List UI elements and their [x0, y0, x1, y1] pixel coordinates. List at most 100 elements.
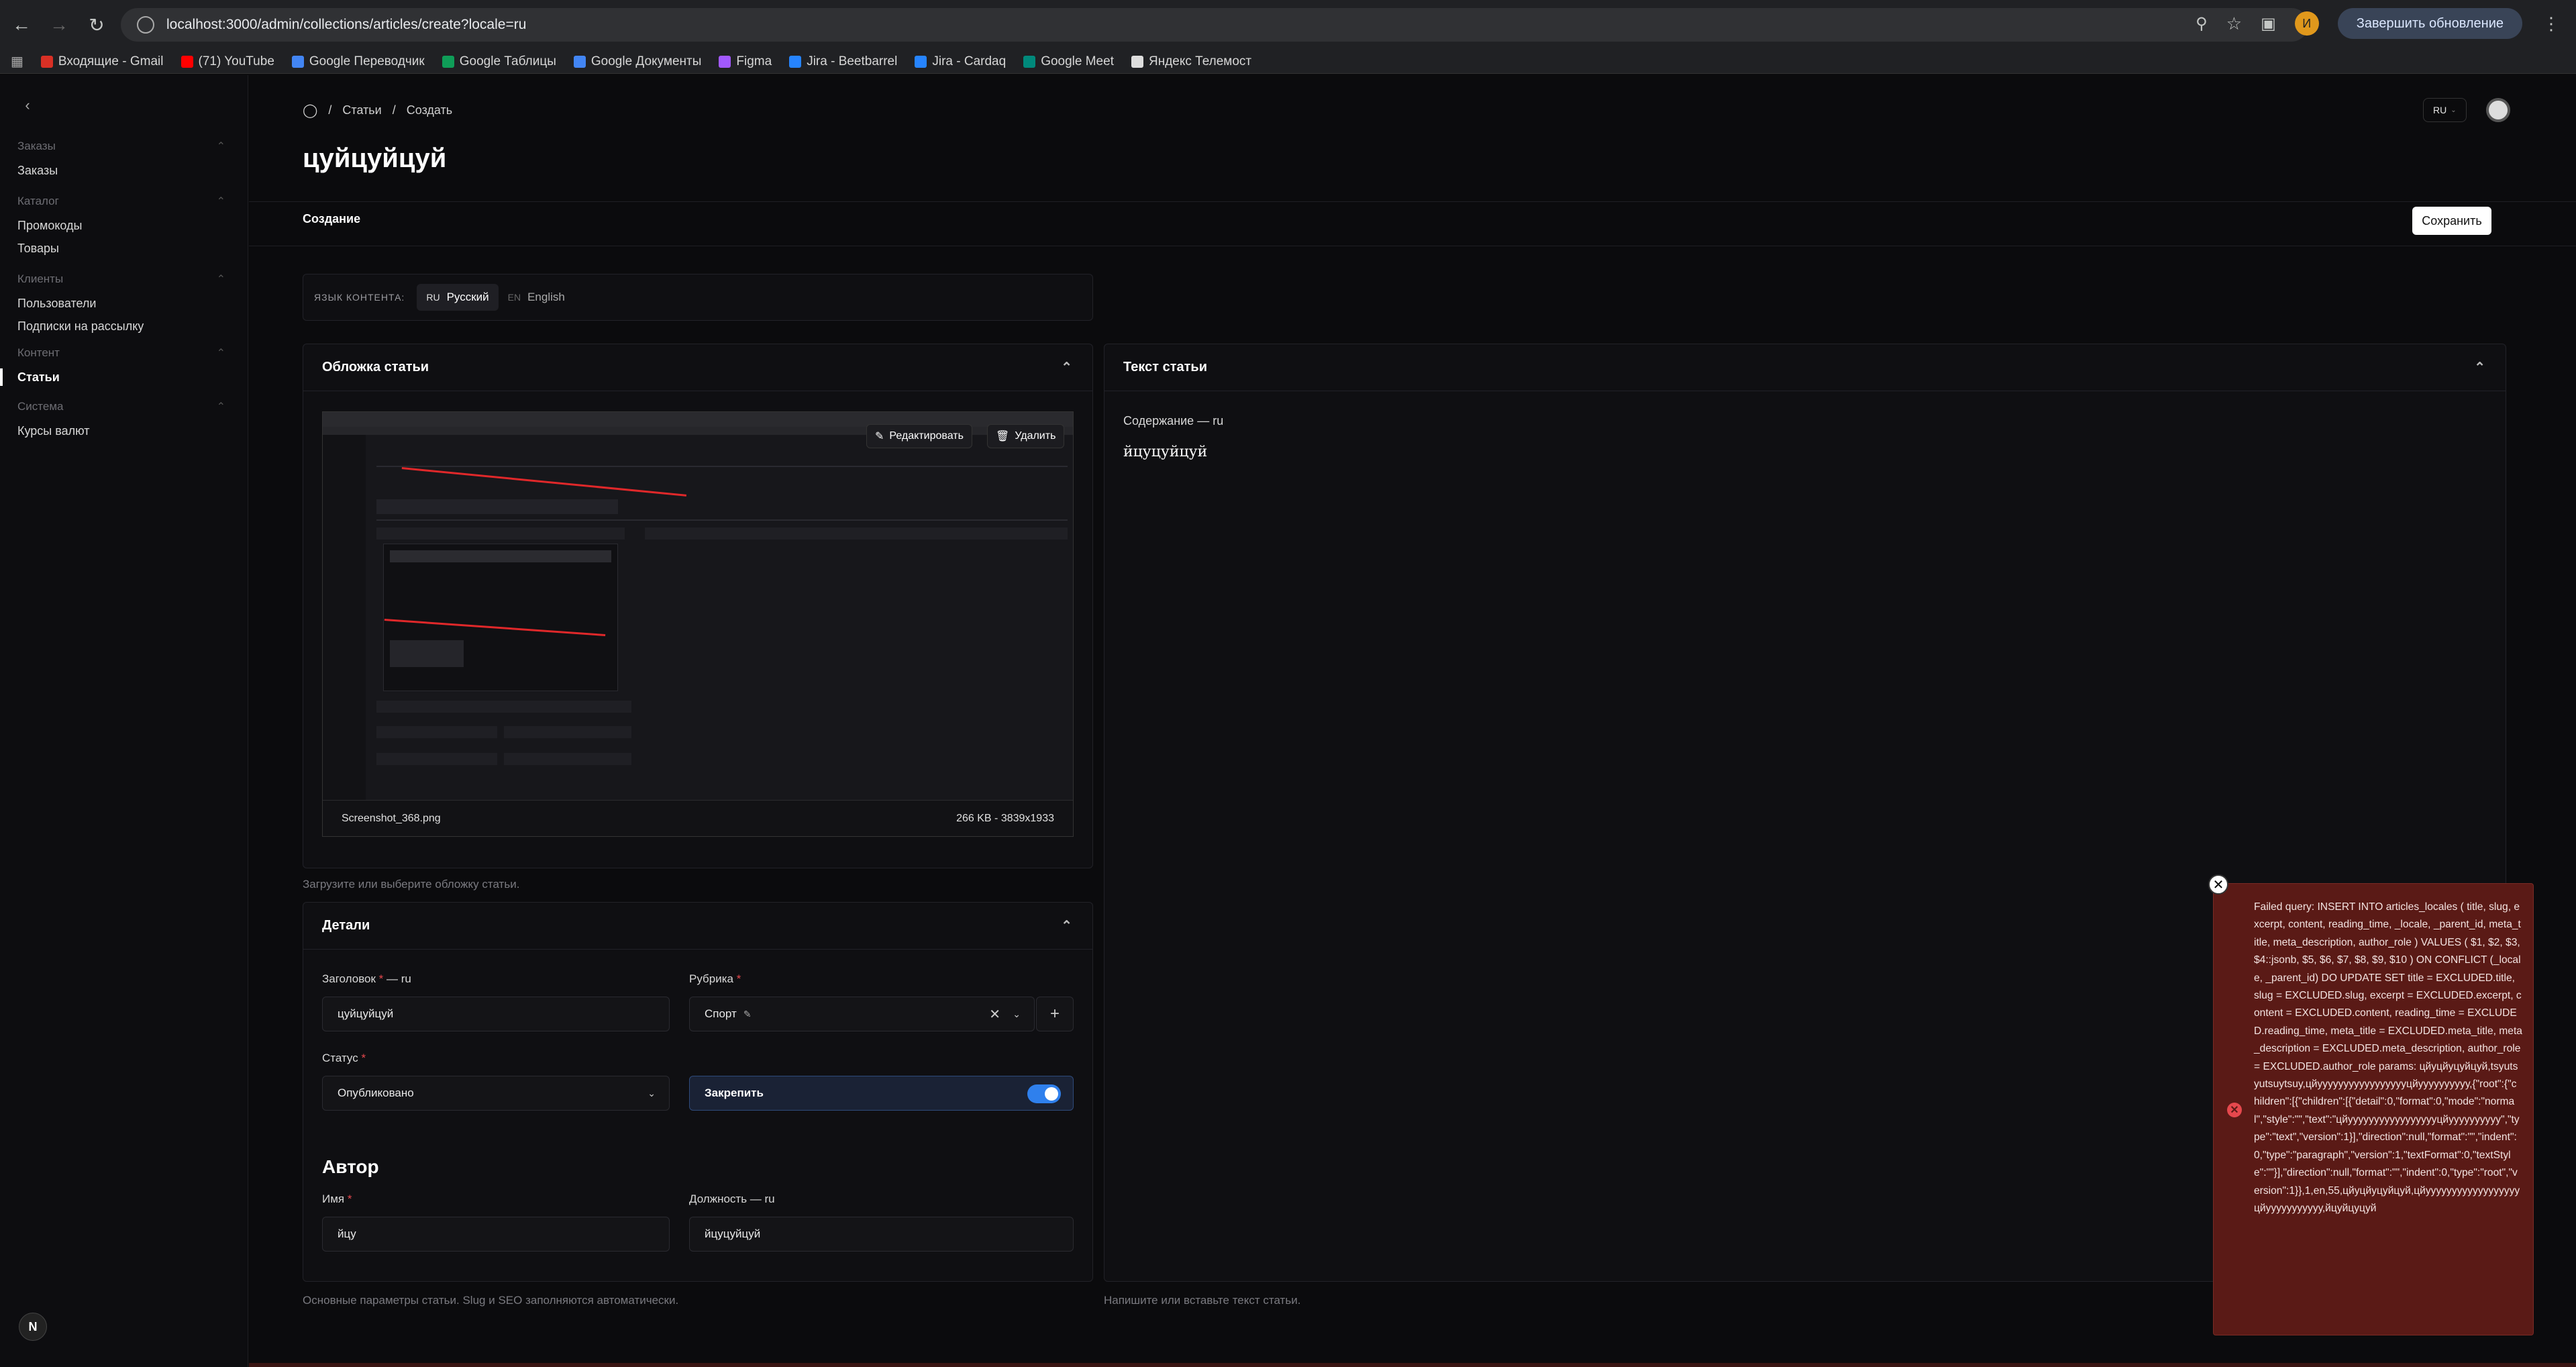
- user-avatar[interactable]: [2486, 98, 2510, 122]
- chevron-up-icon: ⌃: [216, 274, 225, 285]
- bookmark-favicon-icon: [719, 55, 731, 68]
- forward-arrow-icon[interactable]: →: [43, 9, 75, 41]
- language-label: ЯЗЫК КОНТЕНТА:: [314, 292, 405, 303]
- edit-icon[interactable]: ✎: [743, 1009, 752, 1020]
- language-option-en[interactable]: EN English: [499, 284, 574, 311]
- pin-toggle-field[interactable]: Закрепить: [689, 1076, 1074, 1111]
- menu-dots-icon[interactable]: ⋮: [2542, 13, 2560, 34]
- sidebar-item[interactable]: Пользователи: [17, 297, 96, 311]
- chevron-up-icon[interactable]: ⌃: [1061, 917, 1072, 934]
- sidebar-item[interactable]: Курсы валют: [17, 424, 89, 438]
- app-logo: N: [19, 1313, 47, 1341]
- text-hint: Напишите или вставьте текст статьи.: [1104, 1294, 1301, 1307]
- bookmark-label: Google Таблицы: [459, 54, 556, 68]
- bookmark-label: (71) YouTube: [198, 54, 274, 68]
- bookmark-item[interactable]: Google Таблицы: [442, 54, 556, 69]
- rubric-value: Спорт: [705, 1007, 737, 1020]
- status-select[interactable]: Опубликовано ⌄: [322, 1076, 670, 1111]
- trash-icon: 🗑: [996, 431, 1010, 442]
- bookmark-item[interactable]: Jira - Cardaq: [915, 54, 1006, 69]
- pencil-icon: ✎: [875, 431, 884, 442]
- sidebar-group-label[interactable]: Контент ⌃: [17, 346, 225, 360]
- author-name-input[interactable]: йцу: [322, 1217, 670, 1252]
- collapse-sidebar-icon[interactable]: ‹: [17, 95, 38, 115]
- delete-cover-button[interactable]: 🗑 Удалить: [987, 424, 1065, 448]
- cover-header[interactable]: Обложка статьи ⌃: [303, 344, 1092, 391]
- extensions-icon[interactable]: ▣: [2261, 14, 2276, 34]
- bookmark-item[interactable]: Google Документы: [573, 54, 702, 69]
- profile-avatar[interactable]: И: [2294, 11, 2319, 36]
- rubric-select[interactable]: Спорт ✎ ✕ ⌄: [689, 997, 1035, 1031]
- bookmark-favicon-icon: [915, 55, 927, 68]
- sidebar-group-label[interactable]: Заказы ⌃: [17, 140, 225, 153]
- error-icon: ✕: [2227, 1103, 2242, 1117]
- chevron-up-icon: ⌃: [216, 348, 225, 359]
- cover-hint: Загрузите или выберите обложку статьи.: [303, 878, 520, 891]
- bookmark-favicon-icon: [1023, 55, 1036, 68]
- details-title: Детали: [322, 918, 370, 933]
- position-label: Должность — ru: [689, 1193, 775, 1205]
- reload-icon[interactable]: ↻: [81, 9, 113, 41]
- chevron-up-icon: ⌃: [216, 141, 225, 152]
- apps-grid-icon[interactable]: ▦: [11, 53, 23, 70]
- locale-code: RU: [2433, 105, 2447, 115]
- zoom-icon[interactable]: ⚲: [2196, 14, 2208, 34]
- breadcrumb-articles[interactable]: Статьи: [342, 103, 381, 117]
- bookmark-item[interactable]: Google Meet: [1023, 54, 1114, 69]
- bookmark-item[interactable]: Google Переводчик: [291, 54, 425, 69]
- author-position-input[interactable]: йцуцуйцуй: [689, 1217, 1074, 1252]
- chevron-up-icon[interactable]: ⌃: [2474, 359, 2485, 376]
- home-logo-icon[interactable]: ◯: [303, 102, 317, 119]
- sidebar-group-label[interactable]: Система ⌃: [17, 400, 225, 413]
- content-label: Содержание — ru: [1123, 414, 1224, 427]
- error-toast: ✕ ✕ Failed query: INSERT INTO articles_l…: [2208, 874, 2534, 1335]
- bookmark-item[interactable]: Jira - Beetbarrel: [789, 54, 897, 69]
- close-icon[interactable]: ✕: [2208, 874, 2228, 895]
- text-header[interactable]: Текст статьи ⌃: [1104, 344, 2506, 391]
- sidebar-group-label[interactable]: Клиенты ⌃: [17, 272, 225, 286]
- sidebar-item[interactable]: Заказы: [17, 164, 58, 178]
- content-editor[interactable]: йцуцуйцуй: [1123, 444, 1207, 460]
- sidebar-item[interactable]: Товары: [17, 242, 59, 256]
- update-button[interactable]: Завершить обновление: [2337, 8, 2522, 39]
- clear-icon[interactable]: ✕: [989, 1006, 1000, 1023]
- save-button[interactable]: Сохранить: [2412, 207, 2491, 235]
- address-bar[interactable]: localhost:3000/admin/collections/article…: [121, 8, 2308, 42]
- edit-cover-button[interactable]: ✎ Редактировать: [866, 424, 972, 448]
- details-header[interactable]: Детали ⌃: [303, 903, 1092, 950]
- chevron-up-icon[interactable]: ⌃: [1061, 359, 1072, 376]
- sidebar-group-label[interactable]: Каталог ⌃: [17, 195, 225, 208]
- bookmark-label: Google Переводчик: [309, 54, 425, 68]
- bookmark-item[interactable]: Яндекс Телемост: [1131, 54, 1251, 69]
- site-info-icon[interactable]: [137, 16, 154, 34]
- bookmark-label: Figma: [736, 54, 772, 68]
- bookmark-item[interactable]: Figma: [719, 54, 772, 69]
- back-arrow-icon[interactable]: ←: [5, 9, 38, 41]
- bookmarks-bar: ▦ Входящие - Gmail (71) YouTube Google Пер…: [0, 50, 2576, 74]
- bookmark-favicon-icon: [789, 55, 802, 68]
- rubric-label: Рубрика *: [689, 972, 741, 985]
- bookmark-label: Jira - Cardaq: [932, 54, 1007, 68]
- bookmark-label: Яндекс Телемост: [1148, 54, 1252, 68]
- bookmark-item[interactable]: (71) YouTube: [181, 54, 274, 69]
- add-rubric-button[interactable]: +: [1036, 997, 1074, 1031]
- bookmark-label: Google Документы: [590, 54, 702, 68]
- page-title: цуйцуйцуй: [303, 144, 447, 173]
- language-option-ru[interactable]: RU Русский: [417, 284, 499, 311]
- headline-input[interactable]: цуйцуйцуй: [322, 997, 670, 1031]
- cover-image-preview[interactable]: ✎ Редактировать 🗑 Удалить Screenshot_368…: [322, 411, 1074, 837]
- details-section: Детали ⌃ Заголовок * — ru цуйцуйцуй Рубр…: [303, 902, 1093, 1282]
- pin-toggle[interactable]: [1027, 1084, 1061, 1103]
- breadcrumb: ◯ / Статьи / Создать: [303, 102, 453, 119]
- chevron-down-icon[interactable]: ⌄: [1013, 1009, 1021, 1020]
- sidebar-item[interactable]: Статьи: [17, 370, 60, 385]
- bookmark-item[interactable]: Входящие - Gmail: [40, 54, 164, 69]
- locale-switcher[interactable]: RU ⌄: [2423, 98, 2467, 122]
- bookmark-star-icon[interactable]: ☆: [2226, 13, 2242, 34]
- chevron-up-icon: ⌃: [216, 401, 225, 413]
- sidebar-item[interactable]: Промокоды: [17, 219, 82, 233]
- sidebar-item[interactable]: Подписки на рассылку: [17, 319, 144, 334]
- name-label: Имя *: [322, 1193, 352, 1205]
- text-title: Текст статьи: [1123, 360, 1207, 374]
- tab-create[interactable]: Создание: [303, 212, 360, 226]
